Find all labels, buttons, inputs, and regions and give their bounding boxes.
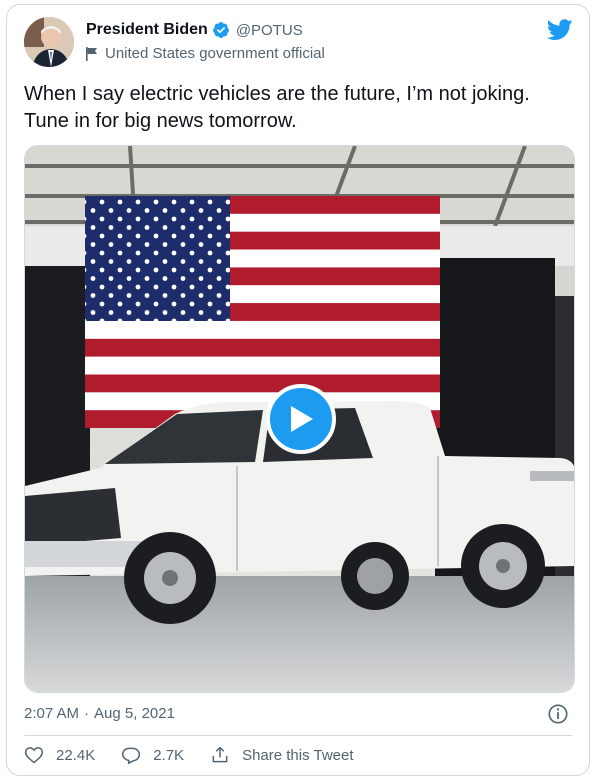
play-button[interactable] [266, 384, 336, 454]
twitter-bird-icon[interactable] [547, 19, 573, 41]
handle[interactable]: @POTUS [236, 22, 303, 39]
affiliation-label: United States government official [105, 45, 325, 62]
government-flag-icon [86, 46, 97, 61]
reply-button[interactable]: 2.7K [121, 745, 184, 765]
timestamp[interactable]: 2:07 AM · Aug 5, 2021 [24, 705, 175, 722]
share-label: Share this Tweet [242, 746, 354, 764]
heart-icon [24, 747, 44, 764]
avatar[interactable] [24, 17, 74, 67]
divider [24, 735, 572, 736]
reply-icon [122, 747, 141, 765]
action-bar: 22.4K 2.7K Share this Tweet [24, 745, 380, 765]
tweet-date[interactable]: Aug 5, 2021 [94, 705, 175, 722]
tweet-text: When I say electric vehicles are the fut… [24, 81, 574, 135]
share-icon [212, 746, 228, 763]
video-thumbnail[interactable] [24, 145, 575, 693]
reply-count: 2.7K [153, 746, 185, 764]
like-count: 22.4K [56, 746, 96, 764]
tweet-card[interactable]: President Biden @POTUS United States gov… [6, 4, 590, 776]
share-button[interactable]: Share this Tweet [210, 745, 354, 765]
info-icon[interactable] [547, 703, 569, 725]
meta-separator: · [84, 705, 90, 722]
tweet-text-line-1: When I say electric vehicles are the fut… [24, 83, 530, 105]
play-icon [291, 406, 313, 432]
tweet-text-line-2: Tune in for big news tomorrow. [24, 110, 297, 132]
author-name-row[interactable]: President Biden @POTUS [86, 21, 303, 39]
tweet-time[interactable]: 2:07 AM [24, 705, 79, 722]
display-name[interactable]: President Biden [86, 21, 208, 39]
affiliation: United States government official [86, 45, 325, 62]
like-button[interactable]: 22.4K [24, 745, 95, 765]
verified-badge-icon [212, 22, 229, 38]
